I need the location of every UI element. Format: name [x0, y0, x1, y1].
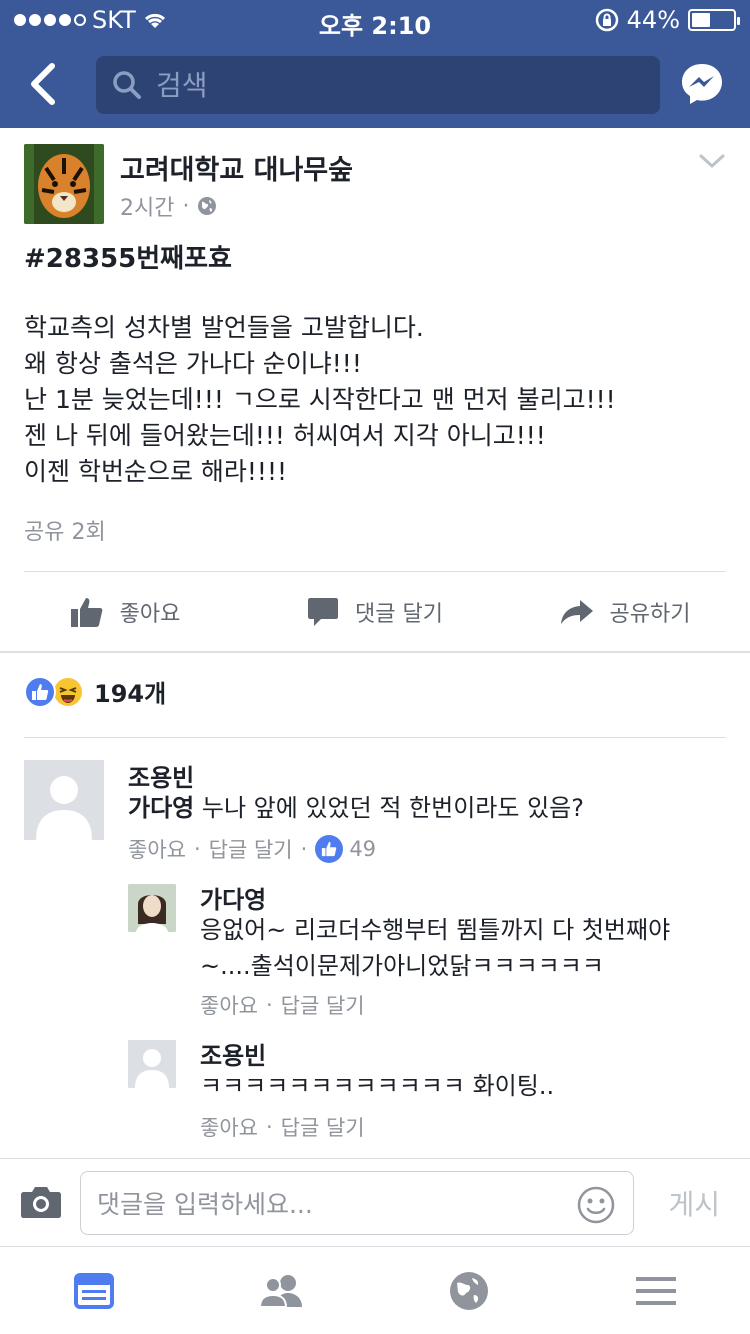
share-label: 공유하기	[609, 602, 691, 627]
comment-label: 댓글 달기	[355, 602, 443, 627]
messenger-icon[interactable]	[680, 62, 724, 106]
reply: 가다영 응없어~ 리코더수행부터 뜀틀까지 다 첫번째야 ~....출석이문제가…	[0, 870, 750, 1030]
rotation-lock-icon	[595, 8, 618, 32]
nav-bar	[0, 40, 750, 128]
emoji-icon[interactable]	[577, 1186, 615, 1224]
comment-like-count[interactable]: 49	[315, 835, 376, 863]
post-meta: 2시간 ·	[120, 190, 217, 222]
comment-body: 누나 앞에 있었던 적 한번이라도 있음?	[194, 794, 584, 822]
comment-like-button[interactable]: 좋아요	[128, 834, 186, 864]
globe-icon	[198, 197, 217, 215]
search-bar[interactable]	[96, 56, 660, 114]
tagged-user[interactable]: 가다영	[128, 794, 194, 822]
comment-author[interactable]: 조용빈	[128, 758, 194, 793]
search-input[interactable]	[156, 68, 636, 102]
comment-text: ㅋㅋㅋㅋㅋㅋㅋㅋㅋㅋㅋㅋ 화이팅..	[200, 1072, 555, 1100]
tab-news-feed[interactable]	[0, 1247, 188, 1334]
reply-button[interactable]: 답글 달기	[281, 1112, 365, 1142]
post-comment-button[interactable]: 게시	[668, 1183, 720, 1223]
tab-notifications[interactable]	[375, 1247, 563, 1334]
comment-text: 응없어~ 리코더수행부터 뜀틀까지 다 첫번째야 ~....출석이문제가아니었닭…	[200, 912, 730, 984]
post-line: 젠 나 뒤에 들어왔는데!!! 허씨여서 지각 아니고!!!	[24, 421, 546, 450]
avatar[interactable]	[128, 1040, 176, 1088]
post-line: 왜 항상 출석은 가나다 순이냐!!!	[24, 349, 362, 378]
post-hashtag[interactable]: #28355번째포효	[24, 238, 232, 275]
comment-author[interactable]: 조용빈	[200, 1036, 266, 1071]
like-count: 49	[349, 837, 377, 861]
comment-input[interactable]: 댓글을 입력하세요...	[80, 1171, 634, 1235]
reply: 조용빈 ㅋㅋㅋㅋㅋㅋㅋㅋㅋㅋㅋㅋ 화이팅.. 좋아요 · 답글 달기	[0, 1028, 750, 1158]
comment-meta: 좋아요 · 답글 달기 · 49	[128, 834, 376, 864]
top-bar: SKT 오후 2:10 44%	[0, 0, 750, 128]
comment-icon	[308, 598, 339, 626]
reply-button[interactable]: 답글 달기	[209, 834, 293, 864]
post-time[interactable]: 2시간	[120, 190, 174, 222]
comment-placeholder: 댓글을 입력하세요...	[97, 1190, 313, 1219]
thumbs-up-icon	[70, 598, 103, 627]
battery-percent: 44%	[626, 6, 680, 34]
comment-like-button[interactable]: 좋아요	[200, 990, 258, 1020]
comment-author[interactable]: 가다영	[200, 880, 266, 915]
comment-meta: 좋아요 · 답글 달기	[200, 990, 365, 1020]
like-reaction-icon	[315, 835, 344, 863]
comment: 조용빈 가다영 누나 앞에 있었던 적 한번이라도 있음? 좋아요 · 답글 달…	[0, 738, 750, 878]
reaction-count: 194개	[94, 680, 167, 708]
camera-icon[interactable]	[20, 1185, 62, 1219]
comment-line: ~....출석이문제가아니었닭ㅋㅋㅋㅋㅋㅋ	[200, 952, 604, 980]
post-line: 이젠 학번순으로 해라!!!!	[24, 457, 287, 486]
avatar[interactable]	[128, 884, 176, 932]
haha-reaction-icon	[52, 675, 84, 708]
avatar[interactable]	[24, 760, 104, 840]
search-icon	[113, 71, 141, 99]
back-arrow-icon[interactable]	[22, 60, 66, 108]
comment-line: 응없어~ 리코더수행부터 뜀틀까지 다 첫번째야	[200, 916, 671, 944]
chevron-down-icon[interactable]	[698, 152, 726, 172]
comment-like-button[interactable]: 좋아요	[200, 1112, 258, 1142]
page-name[interactable]: 고려대학교 대나무숲	[120, 148, 353, 187]
share-count[interactable]: 공유 2회	[24, 514, 106, 546]
reactions-summary[interactable]: 194개	[24, 674, 166, 709]
page-avatar[interactable]	[24, 144, 104, 224]
share-button[interactable]: 공유하기	[500, 572, 750, 652]
reply-button[interactable]: 답글 달기	[281, 990, 365, 1020]
news-feed-icon	[73, 1272, 114, 1309]
comment-button[interactable]: 댓글 달기	[250, 572, 500, 652]
meta-separator: ·	[182, 193, 190, 219]
like-label: 좋아요	[119, 602, 181, 627]
hamburger-menu-icon	[636, 1276, 677, 1305]
friends-icon	[259, 1274, 303, 1308]
comment-text: 가다영 누나 앞에 있었던 적 한번이라도 있음?	[128, 790, 728, 826]
comment-composer: 댓글을 입력하세요... 게시	[0, 1158, 750, 1248]
tab-bar	[0, 1246, 750, 1334]
share-arrow-icon	[560, 600, 593, 624]
comment-meta: 좋아요 · 답글 달기	[200, 1112, 365, 1142]
globe-notifications-icon	[449, 1271, 488, 1310]
post-body: 학교측의 성차별 발언들을 고발합니다. 왜 항상 출석은 가나다 순이냐!!!…	[24, 310, 616, 490]
tab-menu[interactable]	[563, 1247, 750, 1334]
action-bar: 좋아요 댓글 달기 공유하기	[0, 572, 750, 652]
tab-friends[interactable]	[188, 1247, 376, 1334]
post-line: 학교측의 성차별 발언들을 고발합니다.	[24, 313, 424, 342]
like-reaction-icon	[24, 675, 56, 708]
like-button[interactable]: 좋아요	[0, 572, 250, 652]
post-line: 난 1분 늦었는데!!! ㄱ으로 시작한다고 맨 먼저 불리고!!!	[24, 385, 616, 414]
divider	[0, 651, 750, 653]
status-bar: SKT 오후 2:10 44%	[0, 0, 750, 40]
battery-icon	[688, 9, 740, 31]
